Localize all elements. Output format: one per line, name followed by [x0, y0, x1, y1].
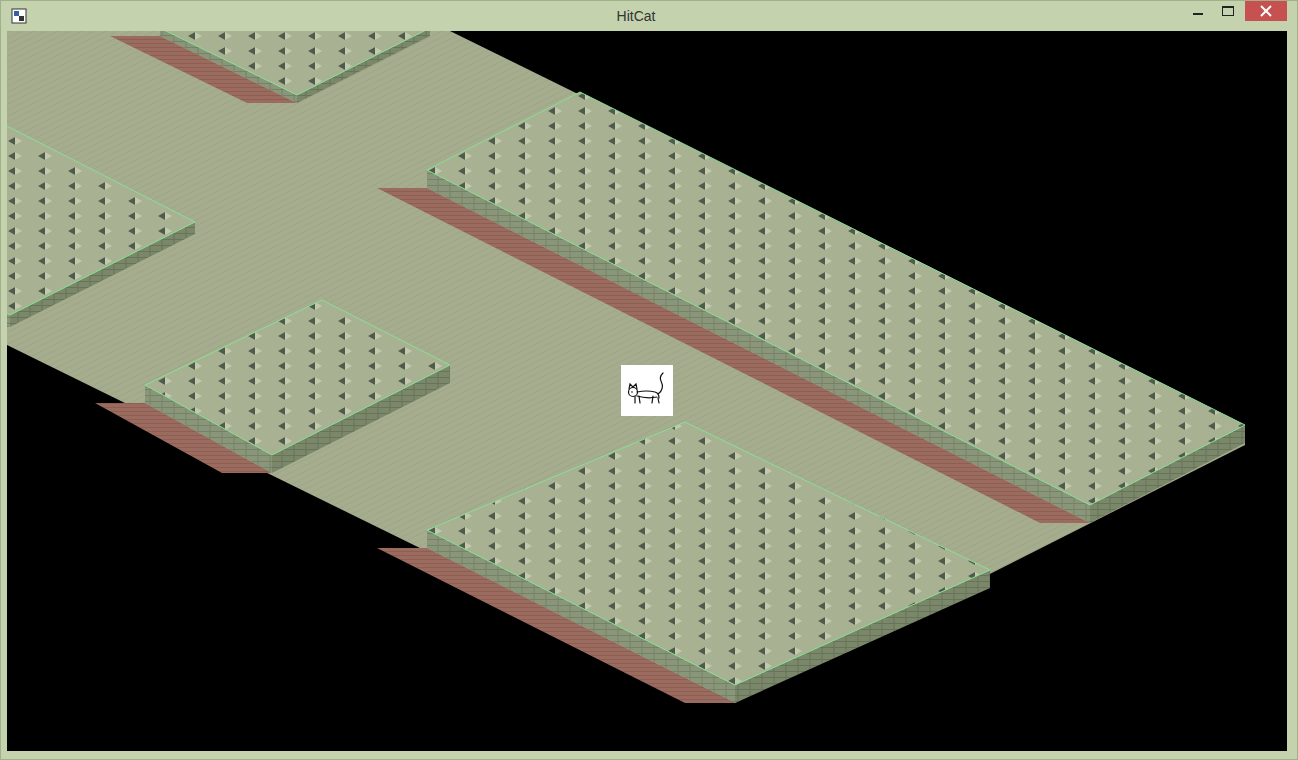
wall-block — [7, 125, 195, 327]
minimize-icon — [1193, 6, 1203, 16]
close-icon — [1260, 5, 1272, 17]
game-canvas[interactable] — [7, 31, 1287, 751]
close-button[interactable] — [1245, 1, 1287, 21]
wall-block — [110, 31, 430, 103]
window-title: HitCat — [35, 8, 1177, 24]
maximize-button[interactable] — [1215, 1, 1241, 21]
minimize-button[interactable] — [1185, 1, 1211, 21]
cat-sprite[interactable] — [621, 365, 673, 416]
wall-block — [377, 422, 990, 703]
wall-block — [377, 92, 1245, 523]
app-icon — [11, 8, 27, 24]
game-window: HitCat — [0, 0, 1298, 760]
maximize-icon — [1222, 6, 1234, 16]
floor — [7, 31, 1245, 703]
cat-icon — [621, 365, 673, 416]
wall-block — [95, 300, 450, 473]
title-bar[interactable]: HitCat — [1, 1, 1297, 31]
